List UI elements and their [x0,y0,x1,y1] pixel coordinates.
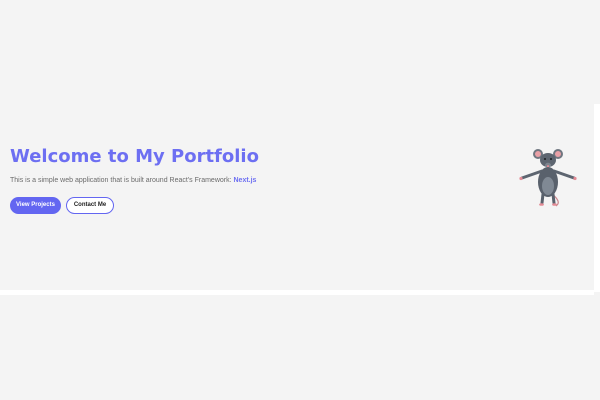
hero-title: Welcome to My Portfolio [10,146,259,167]
rat-character-icon [519,149,577,207]
view-projects-button[interactable]: View Projects [10,197,61,214]
contact-me-button[interactable]: Contact Me [66,197,114,214]
hero-subtitle: This is a simple web application that is… [10,176,256,186]
hero-subtitle-text: This is a simple web application that is… [10,177,234,184]
portfolio-page: Welcome to My Portfolio This is a simple… [0,0,600,400]
section-divider [0,290,594,295]
nextjs-link[interactable]: Next.js [234,177,257,184]
